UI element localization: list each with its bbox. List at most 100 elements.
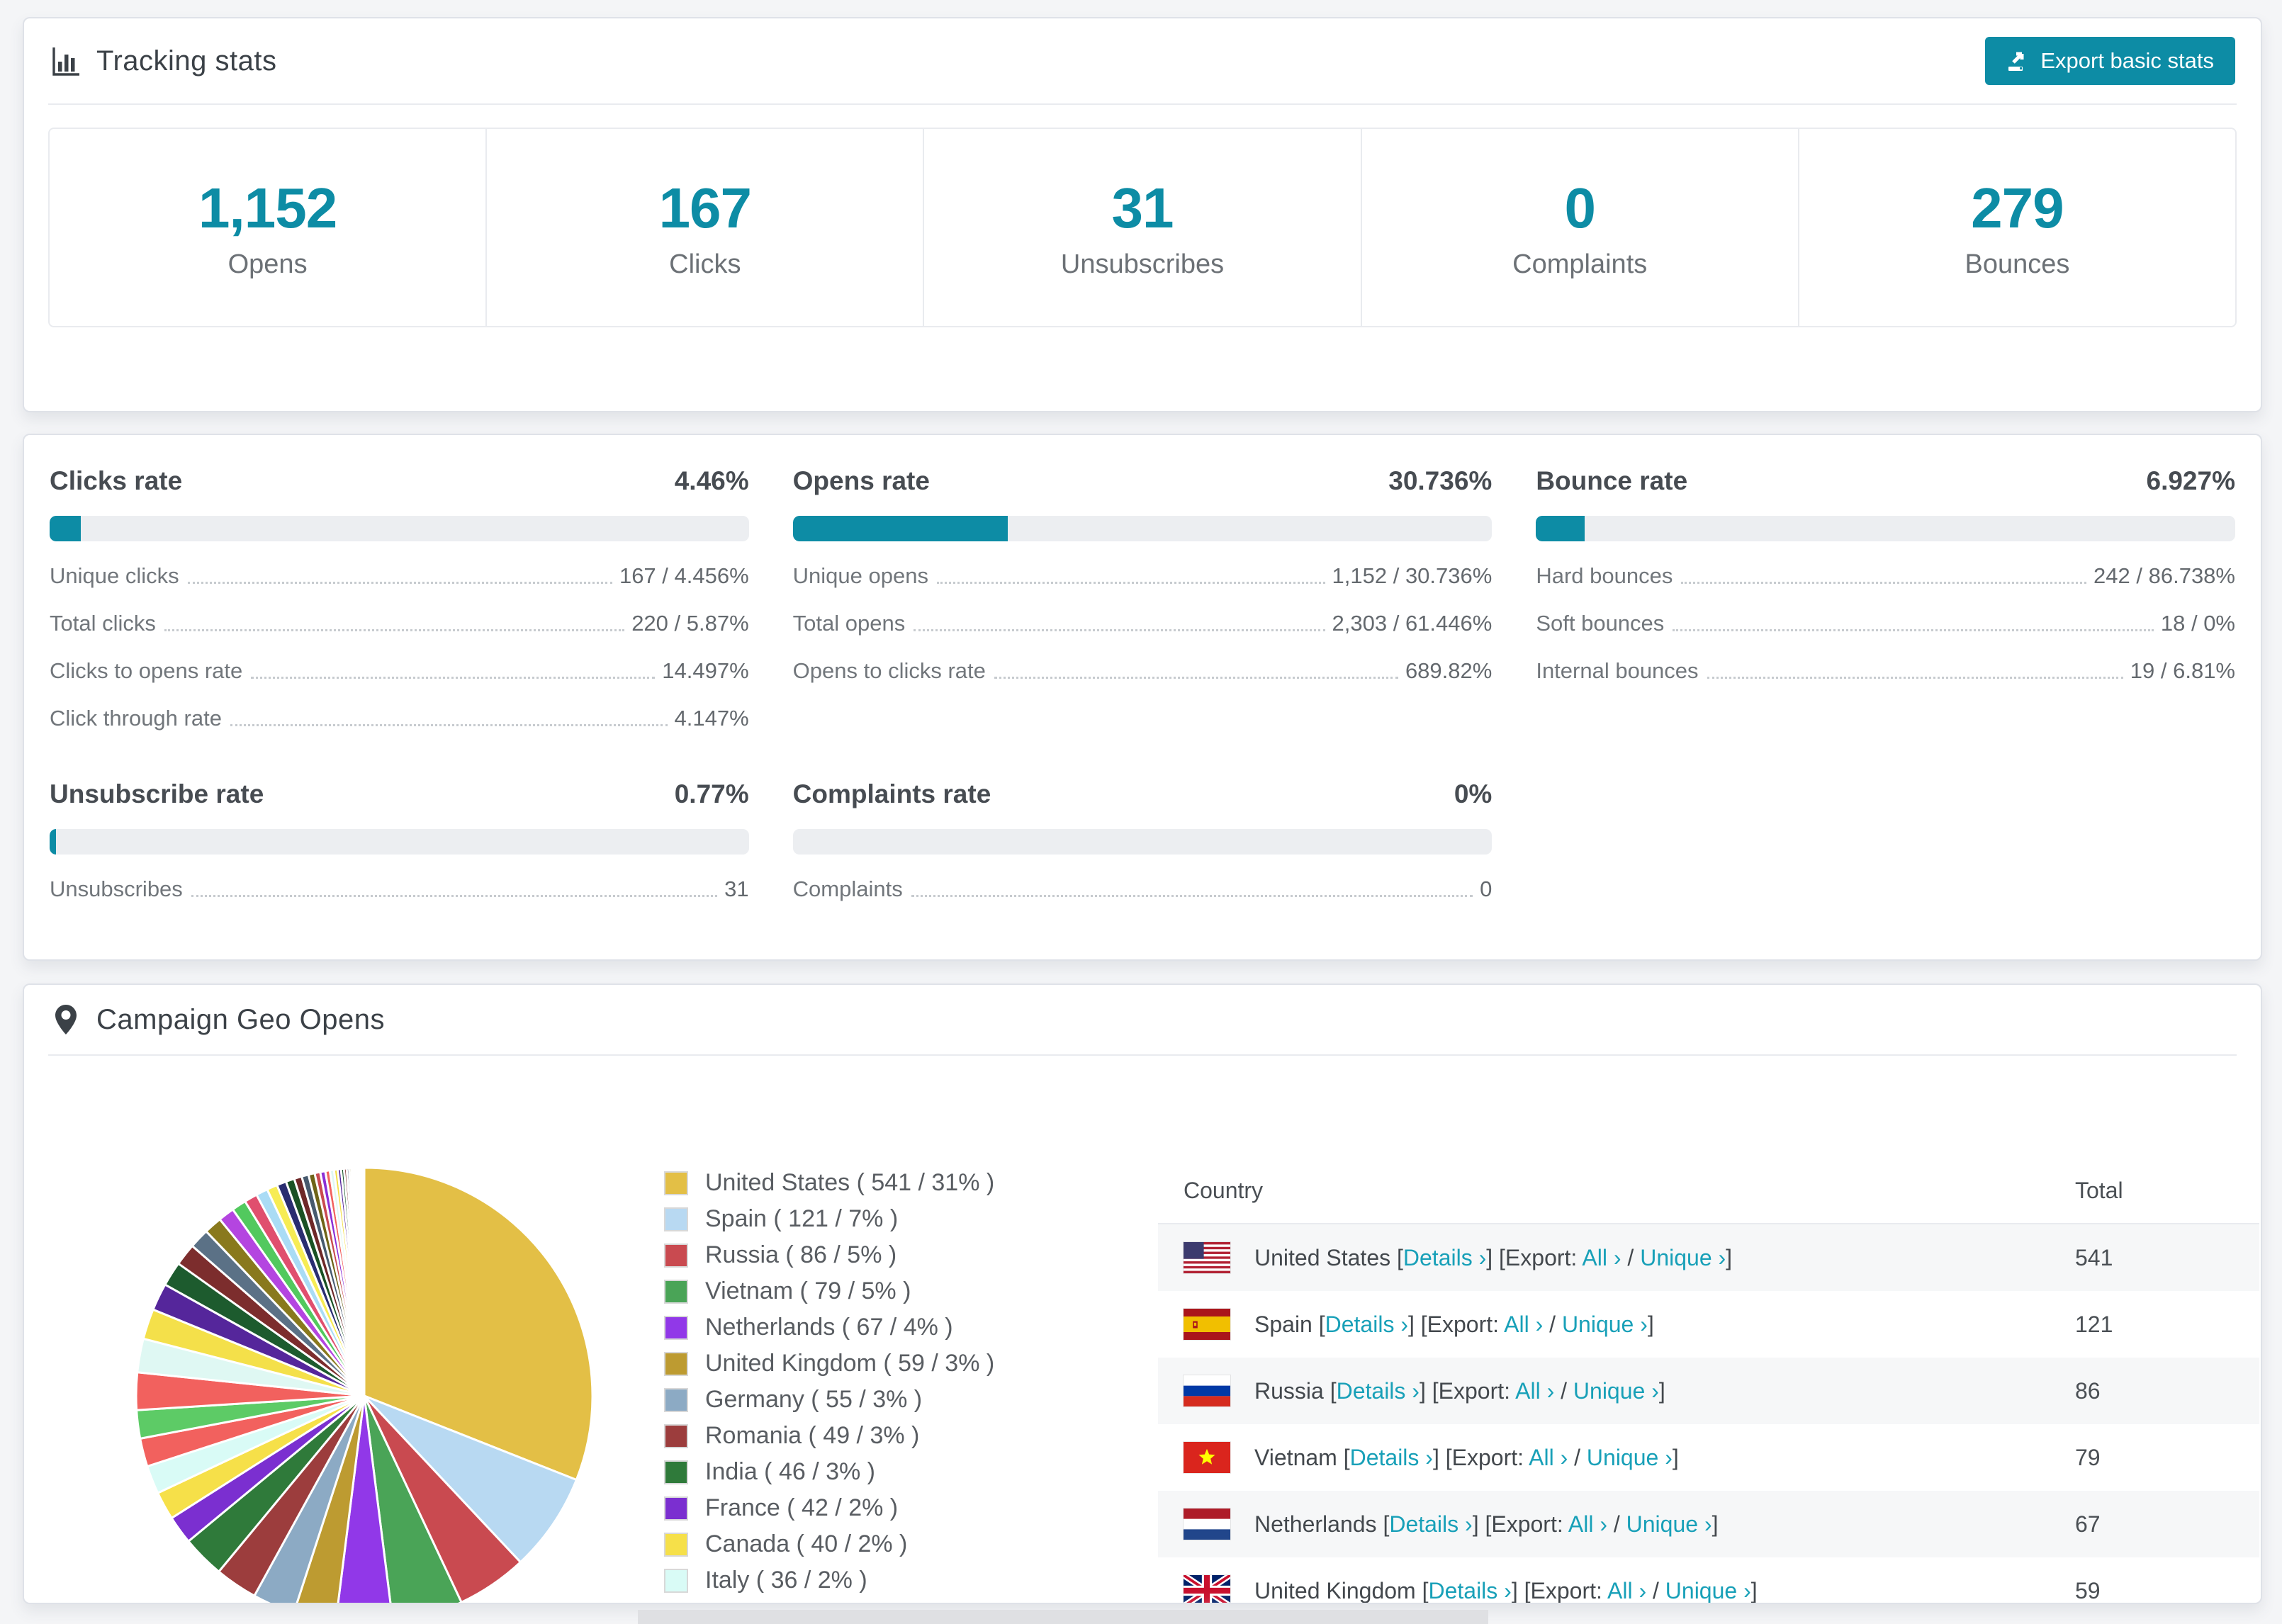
details-link[interactable]: Details › xyxy=(1350,1445,1433,1470)
flag-russia xyxy=(1184,1375,1230,1406)
dotted-leader xyxy=(1673,629,2154,631)
rate-detail-label: Click through rate xyxy=(50,706,222,731)
country-column-header: Country xyxy=(1184,1177,1264,1203)
legend-item-brazil: Brazil ( 33 / 2% ) xyxy=(664,1603,994,1604)
rate-detail-value: 689.82% xyxy=(1405,658,1493,683)
dotted-leader xyxy=(994,677,1398,679)
details-link[interactable]: Details › xyxy=(1428,1578,1511,1603)
legend-item-india: India ( 46 / 3% ) xyxy=(664,1458,994,1486)
export-label: Export: xyxy=(1438,1377,1510,1404)
rate-block-complaints-rate: Complaints rate 0% Complaints 0 xyxy=(792,779,1493,902)
dotted-leader xyxy=(191,895,718,897)
export-all-link[interactable]: All › xyxy=(1582,1245,1621,1270)
rate-detail-row: Unique opens 1,152 / 30.736% xyxy=(793,563,1493,589)
rate-head: Clicks rate 4.46% xyxy=(50,466,749,496)
tracking-stats-card: Tracking stats Export basic stats 1,152 O… xyxy=(23,17,2262,412)
country-name: Vietnam xyxy=(1254,1444,1337,1470)
country-cell: Spain [Details ›] [Export: All › / Uniqu… xyxy=(1158,1309,2075,1340)
country-name: United States xyxy=(1254,1244,1391,1270)
rate-head: Complaints rate 0% xyxy=(793,779,1493,809)
export-unique-link[interactable]: Unique › xyxy=(1626,1511,1712,1537)
legend-label: India ( 46 / 3% ) xyxy=(705,1458,876,1485)
export-button-label: Export basic stats xyxy=(2040,48,2214,73)
export-unique-link[interactable]: Unique › xyxy=(1573,1378,1659,1404)
rate-block-bounce-rate: Bounce rate 6.927% Hard bounces 242 / 86.73… xyxy=(1536,466,2235,731)
rate-title: Unsubscribe rate xyxy=(50,779,264,808)
geo-table-header: Country Total xyxy=(1158,1158,2259,1224)
rate-detail-row: Unsubscribes 31 xyxy=(50,876,749,902)
details-link[interactable]: Details › xyxy=(1403,1245,1486,1270)
rate-head: Unsubscribe rate 0.77% xyxy=(50,779,749,809)
country-total: 67 xyxy=(2075,1511,2101,1537)
rate-detail-value: 18 / 0% xyxy=(2160,611,2235,636)
country-links: Russia [Details ›] [Export: All › / Uniq… xyxy=(1254,1377,1665,1404)
legend-color-swatch xyxy=(664,1387,688,1412)
export-all-link[interactable]: All › xyxy=(1568,1511,1607,1537)
legend-color-swatch xyxy=(664,1315,688,1340)
country-links: Vietnam [Details ›] [Export: All › / Uni… xyxy=(1254,1444,1679,1470)
export-unique-link[interactable]: Unique › xyxy=(1640,1245,1726,1270)
export-all-link[interactable]: All › xyxy=(1515,1378,1554,1404)
rate-progress-bar xyxy=(792,516,1493,541)
stat-value: 0 xyxy=(1564,176,1595,239)
bar-chart-icon xyxy=(52,47,79,76)
export-unique-link[interactable]: Unique › xyxy=(1665,1578,1751,1603)
legend-label: Germany ( 55 / 3% ) xyxy=(705,1386,923,1413)
legend-color-swatch xyxy=(664,1496,688,1521)
stat-label: Unsubscribes xyxy=(1060,249,1225,279)
rate-detail-row: Soft bounces 18 / 0% xyxy=(1536,611,2235,636)
legend-label: Canada ( 40 / 2% ) xyxy=(705,1530,908,1557)
next-section-edge xyxy=(638,1610,1488,1624)
legend-label: Vietnam ( 79 / 5% ) xyxy=(705,1278,911,1304)
export-basic-stats-button[interactable]: Export basic stats xyxy=(1985,37,2235,85)
geo-opens-card: Campaign Geo Opens United States ( 541 /… xyxy=(23,983,2262,1604)
export-all-link[interactable]: All › xyxy=(1529,1445,1568,1470)
flag-netherlands xyxy=(1184,1509,1230,1540)
export-label: Export: xyxy=(1427,1311,1500,1337)
legend-item-romania: Romania ( 49 / 3% ) xyxy=(664,1422,994,1450)
rate-detail-value: 14.497% xyxy=(662,658,749,683)
flag-united-kingdom xyxy=(1184,1575,1230,1603)
header-divider xyxy=(48,103,2237,105)
rate-block-clicks-rate: Clicks rate 4.46% Unique clicks 167 / 4.456… xyxy=(50,466,749,731)
rate-detail-value: 0 xyxy=(1480,876,1493,901)
table-row-vn: Vietnam [Details ›] [Export: All › / Uni… xyxy=(1158,1424,2259,1491)
legend-item-vietnam: Vietnam ( 79 / 5% ) xyxy=(664,1278,994,1305)
table-row-ru: Russia [Details ›] [Export: All › / Uniq… xyxy=(1158,1358,2259,1424)
export-label: Export: xyxy=(1491,1511,1563,1537)
dotted-leader xyxy=(230,724,668,726)
export-all-link[interactable]: All › xyxy=(1504,1312,1543,1337)
export-all-link[interactable]: All › xyxy=(1607,1578,1646,1603)
stat-label: Opens xyxy=(227,249,308,279)
export-unique-link[interactable]: Unique › xyxy=(1587,1445,1673,1470)
rate-title: Opens rate xyxy=(792,466,930,495)
stat-value: 31 xyxy=(1111,176,1174,239)
rate-detail-label: Complaints xyxy=(792,876,903,901)
dotted-leader xyxy=(187,582,612,584)
export-label: Export: xyxy=(1505,1244,1578,1270)
rate-title: Bounce rate xyxy=(1536,466,1688,495)
details-link[interactable]: Details › xyxy=(1325,1312,1408,1337)
rate-detail-value: 242 / 86.738% xyxy=(2093,563,2235,588)
rate-detail-row: Total opens 2,303 / 61.446% xyxy=(793,611,1493,636)
export-unique-link[interactable]: Unique › xyxy=(1562,1312,1648,1337)
tracking-stats-header: Tracking stats Export basic stats xyxy=(24,18,2261,103)
rate-progress-fill xyxy=(792,516,1008,541)
country-total: 86 xyxy=(2075,1377,2101,1404)
rate-progress-fill xyxy=(50,516,81,541)
rate-detail-label: Unique clicks xyxy=(50,563,179,588)
dotted-leader xyxy=(936,582,1325,584)
legend-label: United Kingdom ( 59 / 3% ) xyxy=(705,1350,995,1377)
table-row-us: United States [Details ›] [Export: All ›… xyxy=(1158,1224,2259,1291)
details-link[interactable]: Details › xyxy=(1389,1511,1472,1537)
details-link[interactable]: Details › xyxy=(1337,1378,1420,1404)
country-total: 79 xyxy=(2075,1444,2101,1470)
location-pin-icon xyxy=(55,1005,77,1034)
rate-block-opens-rate: Opens rate 30.736% Unique opens 1,152 / 30.… xyxy=(792,466,1493,731)
legend-item-italy: Italy ( 36 / 2% ) xyxy=(664,1567,994,1594)
rate-value: 4.46% xyxy=(674,466,749,495)
stat-value: 167 xyxy=(658,176,752,239)
total-column-header: Total xyxy=(2075,1177,2123,1203)
country-cell: Netherlands [Details ›] [Export: All › /… xyxy=(1158,1509,2075,1540)
rate-progress-fill xyxy=(1536,516,1585,541)
